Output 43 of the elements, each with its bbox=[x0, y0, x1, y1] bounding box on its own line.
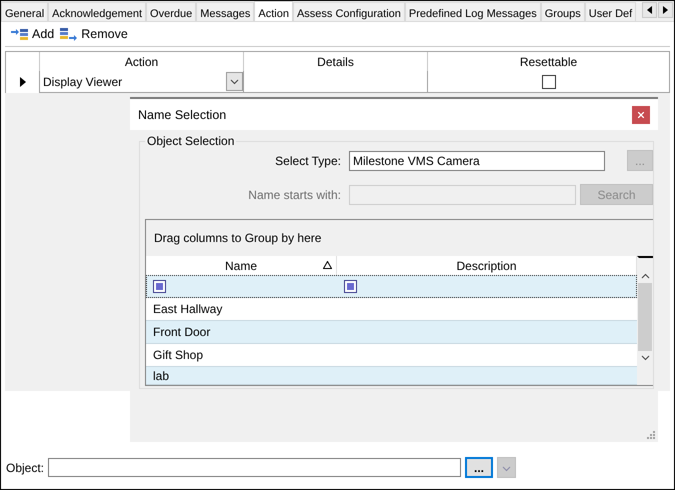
tab[interactable]: Assess Configuration bbox=[292, 2, 405, 21]
select-type-label: Select Type: bbox=[274, 154, 342, 168]
column-header[interactable]: Details bbox=[243, 52, 427, 71]
left-triangle-icon bbox=[647, 6, 652, 14]
action-dropdown[interactable]: Display Viewer bbox=[40, 71, 243, 92]
add-row-icon bbox=[11, 27, 29, 41]
group-by-hint: Drag columns to Group by here bbox=[153, 230, 322, 247]
tab[interactable]: General bbox=[1, 2, 48, 21]
column-header[interactable]: Action bbox=[39, 52, 243, 71]
resettable-checkbox[interactable] bbox=[542, 74, 556, 88]
tab[interactable]: Overdue bbox=[146, 2, 196, 21]
filter-icon[interactable] bbox=[153, 280, 166, 292]
close-button[interactable] bbox=[632, 106, 650, 124]
scroll-up-icon[interactable] bbox=[640, 273, 650, 279]
close-icon bbox=[638, 112, 644, 118]
select-type-field[interactable]: Milestone VMS Camera bbox=[349, 150, 605, 170]
remove-button[interactable]: Remove bbox=[60, 26, 128, 42]
right-triangle-icon bbox=[663, 6, 668, 14]
scroll-right-button[interactable] bbox=[658, 2, 673, 18]
resize-grip-icon[interactable] bbox=[647, 431, 655, 439]
name-filter-label: Name starts with: bbox=[247, 188, 342, 202]
tab[interactable]: User Def bbox=[584, 2, 636, 21]
dialog-title: Name Selection bbox=[138, 108, 226, 122]
tab[interactable]: Messages bbox=[196, 2, 254, 21]
chevron-down-icon bbox=[502, 466, 512, 472]
add-button[interactable]: Add bbox=[11, 26, 54, 42]
scrollbar-thumb[interactable] bbox=[638, 283, 652, 351]
object-field[interactable] bbox=[48, 458, 462, 477]
tab[interactable]: Predefined Log Messages bbox=[404, 2, 541, 21]
dropdown-button[interactable] bbox=[497, 457, 516, 478]
column-header[interactable]: Resettable bbox=[427, 52, 669, 71]
remove-row-icon bbox=[60, 27, 78, 41]
sort-icon bbox=[323, 261, 332, 269]
filter-icon[interactable] bbox=[344, 280, 357, 292]
object-label: Object: bbox=[6, 460, 44, 474]
scroll-left-button[interactable] bbox=[642, 2, 657, 18]
scroll-down-icon[interactable] bbox=[640, 355, 650, 361]
browse-button[interactable]: ... bbox=[465, 457, 494, 478]
chevron-down-icon bbox=[230, 78, 239, 84]
tab[interactable]: Acknowledgement bbox=[48, 2, 146, 21]
tab[interactable]: Action bbox=[254, 1, 293, 21]
tab[interactable]: Groups bbox=[540, 2, 585, 21]
group-title: Object Selection bbox=[146, 134, 236, 148]
